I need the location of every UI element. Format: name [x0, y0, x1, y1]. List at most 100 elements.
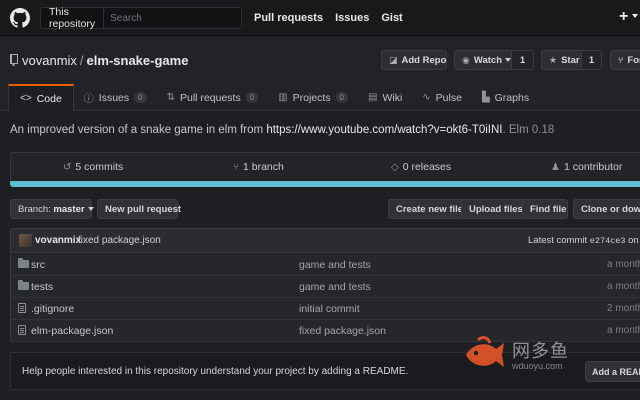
file-commit-message[interactable]: game and tests: [299, 259, 371, 271]
file-name-link[interactable]: .gitignore: [31, 303, 74, 315]
header-nav: Pull requests Issues Gist: [254, 0, 403, 36]
tab-counter: 0: [245, 92, 259, 103]
watch-label: Watch: [473, 54, 503, 66]
watermark-url: wduoyu.com: [512, 361, 563, 371]
tab-code[interactable]: <> Code: [8, 84, 74, 111]
repo-search-box: This repository: [40, 6, 249, 30]
repo-title-separator: /: [79, 53, 84, 68]
book-icon: ▤: [368, 92, 378, 103]
issue-icon: ⓘ: [83, 94, 94, 105]
file-row: src game and tests a month: [10, 254, 640, 276]
branch-prefix: Branch:: [18, 203, 51, 215]
file-age: a month: [607, 259, 640, 270]
language-bar[interactable]: [10, 181, 640, 187]
file-name-link[interactable]: tests: [31, 281, 53, 293]
create-new-plus-icon[interactable]: +: [619, 9, 628, 25]
branch-select-button[interactable]: Branch: master: [10, 199, 94, 219]
tab-label: Code: [36, 92, 62, 105]
file-age: a month: [607, 281, 640, 292]
commit-author-link[interactable]: vovanmix: [35, 235, 81, 246]
tag-icon: ◇: [391, 161, 399, 173]
commit-age: on M: [628, 235, 640, 246]
tab-graphs[interactable]: ▙ Graphs: [472, 84, 539, 111]
new-pull-request-button[interactable]: New pull request: [97, 199, 181, 219]
repo-name-link[interactable]: elm-snake-game: [87, 53, 189, 68]
chevron-down-icon[interactable]: [632, 14, 638, 18]
folder-icon: [18, 280, 29, 290]
releases-link[interactable]: ◇ 0 releases: [391, 153, 451, 181]
find-file-button[interactable]: Find file: [522, 199, 568, 219]
latest-commit-label: Latest commit: [528, 235, 588, 246]
tab-projects[interactable]: ▥ Projects 0: [268, 84, 358, 111]
file-icon: [18, 325, 26, 336]
tab-counter: 0: [335, 92, 348, 103]
commits-link[interactable]: ↺ 5 commits: [63, 153, 123, 181]
tab-label: Wiki: [382, 91, 403, 104]
watch-count[interactable]: 1: [511, 50, 534, 70]
star-count[interactable]: 1: [581, 50, 602, 70]
commit-message-link[interactable]: fixed package.json: [78, 235, 161, 246]
file-name-link[interactable]: elm-package.json: [31, 325, 113, 337]
commit-sha-link[interactable]: e274ce3: [590, 236, 626, 246]
star-label: Star: [561, 54, 580, 66]
commit-tease: vovanmix fixed package.json Latest commi…: [10, 228, 640, 253]
header-nav-pull-requests[interactable]: Pull requests: [254, 12, 323, 24]
add-repo-button[interactable]: ◪ Add Repo: [381, 50, 447, 70]
fork-icon: ⑂: [618, 55, 624, 65]
branch-name: master: [53, 203, 85, 215]
upload-files-button[interactable]: Upload files: [461, 199, 523, 219]
history-icon: ↺: [63, 161, 72, 173]
add-repo-icon: ◪: [389, 54, 398, 65]
description-suffix: . Elm 0.18: [502, 124, 555, 136]
description-text: An improved version of a snake game in e…: [10, 124, 267, 136]
tab-label: Projects: [292, 91, 331, 104]
latest-commit: Latest commit e274ce3 on M: [528, 235, 640, 246]
repo-tabs: <> Code ⓘ Issues 0 ⇅ Pull requests 0 ▥ Project…: [0, 84, 640, 111]
file-commit-message[interactable]: fixed package.json: [299, 325, 386, 337]
search-input[interactable]: [104, 8, 249, 28]
site-header: This repository Pull requests Issues Gis…: [0, 0, 640, 36]
repo-owner-link[interactable]: vovanmix: [22, 53, 77, 68]
header-nav-issues[interactable]: Issues: [335, 12, 369, 24]
pull-request-icon: ⇅: [166, 92, 175, 103]
chevron-down-icon: [87, 207, 94, 211]
star-button[interactable]: ★ Star: [541, 50, 582, 70]
file-commit-message[interactable]: game and tests: [299, 281, 371, 293]
file-commit-message[interactable]: initial commit: [299, 303, 360, 315]
tab-label: Pull requests: [180, 91, 241, 104]
release-count: 0 releases: [402, 161, 452, 173]
watermark: 网多鱼 wduoyu.com: [462, 333, 640, 377]
file-name-link[interactable]: src: [31, 259, 45, 271]
repo-description: An improved version of a snake game in e…: [10, 124, 554, 136]
folder-icon: [18, 258, 29, 268]
watch-button[interactable]: ◉ Watch: [454, 50, 512, 70]
numbers-summary: ↺ 5 commits ⑂ 1 branch ◇ 0 releases ♟ 1 cont…: [10, 152, 640, 180]
repo-icon: [10, 54, 18, 66]
branch-icon: ⑂: [233, 161, 239, 173]
fork-label: Fork: [627, 54, 640, 66]
fork-button[interactable]: ⑂Fork: [610, 50, 640, 70]
code-icon: <>: [20, 93, 32, 104]
branches-link[interactable]: ⑂ 1 branch: [233, 153, 284, 181]
tab-counter: 0: [134, 92, 147, 103]
create-new-file-button[interactable]: Create new file: [388, 199, 463, 219]
branch-count: 1 branch: [243, 161, 284, 173]
tab-pull-requests[interactable]: ⇅ Pull requests 0: [157, 84, 269, 111]
tab-wiki[interactable]: ▤ Wiki: [358, 84, 412, 111]
contributors-link[interactable]: ♟ 1 contributor: [551, 153, 622, 181]
fish-logo-icon: [466, 336, 504, 367]
people-icon: ♟: [551, 161, 560, 173]
add-repo-label: Add Repo: [401, 54, 447, 66]
avatar[interactable]: [19, 234, 32, 247]
tab-issues[interactable]: ⓘ Issues 0: [74, 84, 157, 111]
header-nav-gist[interactable]: Gist: [381, 12, 402, 24]
tab-label: Pulse: [435, 91, 462, 104]
clone-download-button[interactable]: Clone or download: [573, 199, 640, 219]
tab-pulse[interactable]: ∿ Pulse: [412, 84, 472, 111]
github-logo-icon[interactable]: [10, 8, 30, 28]
tab-label: Graphs: [494, 91, 530, 104]
description-link[interactable]: https://www.youtube.com/watch?v=okt6-T0i…: [266, 124, 502, 136]
file-age: 2 months: [607, 303, 640, 314]
graph-icon: ▙: [481, 92, 490, 103]
repo-header: vovanmix / elm-snake-game ◪ Add Repo ◉ Watch…: [0, 37, 640, 111]
